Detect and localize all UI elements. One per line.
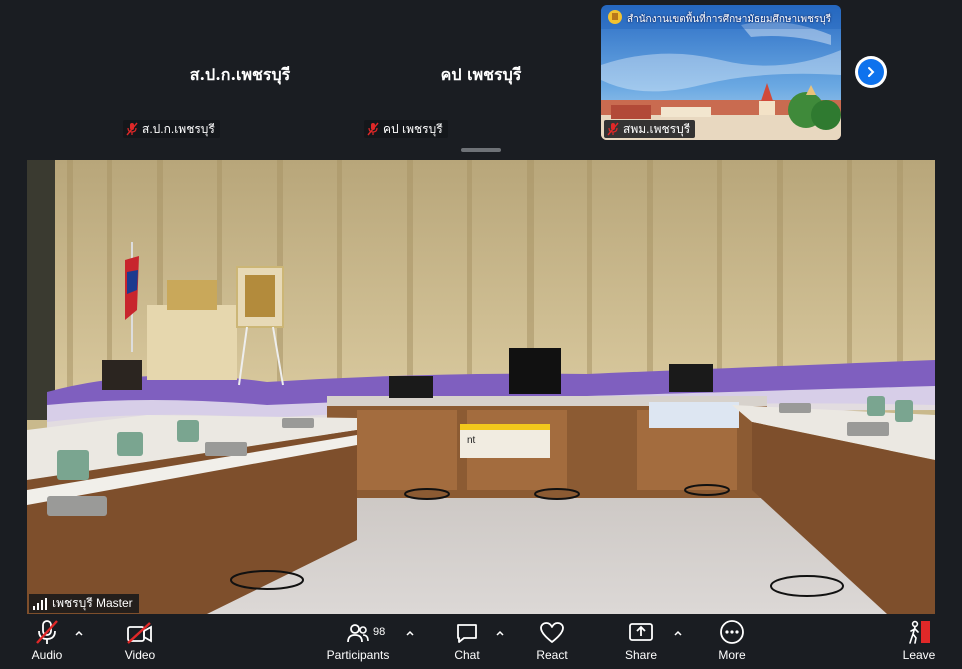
main-video-feed[interactable]: nt: [27, 160, 935, 614]
chevron-right-icon: [868, 67, 875, 77]
mic-muted-icon: [607, 122, 619, 136]
share-button[interactable]: Share: [622, 614, 660, 669]
meeting-window: ส.ป.ก.เพชรบุรี ส.ป.ก.เพชรบุรี คป เพชรบุร…: [0, 0, 962, 669]
participant-tag-label: คป เพชรบุรี: [383, 121, 443, 136]
chat-label: Chat: [454, 648, 480, 662]
react-button[interactable]: React: [532, 614, 572, 669]
participant-tag-label: สพม.เพชรบุรี: [623, 121, 691, 136]
meeting-toolbar: Audio Video Participants 98 Chat React S…: [0, 614, 962, 669]
more-options-icon: [720, 620, 744, 644]
chat-icon: [457, 624, 477, 643]
video-button[interactable]: Video: [118, 614, 162, 669]
nt-sign-text: nt: [467, 435, 476, 446]
participants-button[interactable]: Participants: [322, 614, 394, 669]
participant-tile-video[interactable]: สำนักงานเขตพื้นที่การศึกษามัธยมศึกษาเพชร…: [601, 5, 841, 140]
participant-strip: ส.ป.ก.เพชรบุรี ส.ป.ก.เพชรบุรี คป เพชรบุร…: [0, 0, 962, 152]
audio-label: Audio: [31, 648, 63, 662]
heart-icon: [540, 622, 564, 643]
participant-tile[interactable]: คป เพชรบุรี คป เพชรบุรี: [361, 5, 601, 140]
chat-button[interactable]: Chat: [448, 614, 486, 669]
participant-name-tag: คป เพชรบุรี: [364, 120, 448, 138]
mic-muted-icon: [36, 620, 58, 644]
share-options-caret-icon[interactable]: [673, 628, 683, 638]
next-page-button[interactable]: [855, 56, 887, 88]
participants-options-caret-icon[interactable]: [405, 628, 415, 638]
react-label: React: [536, 648, 568, 662]
participant-name-tag: สพม.เพชรบุรี: [604, 120, 696, 138]
audio-options-caret-icon[interactable]: [74, 628, 84, 638]
active-speaker-name: เพชรบุรี Master: [52, 596, 133, 610]
participant-display-name: คป เพชรบุรี: [440, 65, 522, 84]
chat-options-caret-icon[interactable]: [495, 628, 505, 638]
signal-strength-icon: [33, 597, 47, 610]
virtual-background-banner: สำนักงานเขตพื้นที่การศึกษามัธยมศึกษาเพชร…: [627, 14, 832, 25]
participants-label: Participants: [326, 648, 390, 662]
more-label: More: [718, 648, 746, 662]
participant-tag-label: ส.ป.ก.เพชรบุรี: [142, 121, 215, 136]
video-label: Video: [124, 648, 156, 662]
share-label: Share: [624, 648, 658, 662]
leave-door-icon: [909, 620, 930, 644]
audio-button[interactable]: Audio: [24, 614, 70, 669]
resize-handle[interactable]: [461, 148, 501, 152]
participant-name-tag: ส.ป.ก.เพชรบุรี: [123, 120, 220, 138]
active-speaker-name-tag: เพชรบุรี Master: [29, 594, 139, 613]
participant-tile[interactable]: ส.ป.ก.เพชรบุรี ส.ป.ก.เพชรบุรี: [120, 5, 360, 140]
video-off-icon: [127, 622, 152, 644]
participants-icon: [347, 624, 369, 643]
mic-muted-icon: [367, 122, 379, 136]
share-screen-icon: [629, 623, 653, 641]
meeting-room-video: nt: [27, 160, 935, 614]
leave-label: Leave: [902, 648, 936, 662]
participant-display-name: ส.ป.ก.เพชรบุรี: [189, 65, 291, 84]
participants-count-badge: 98: [373, 626, 386, 638]
more-button[interactable]: More: [712, 614, 752, 669]
mic-muted-icon: [126, 122, 138, 136]
leave-button[interactable]: Leave: [900, 614, 938, 669]
